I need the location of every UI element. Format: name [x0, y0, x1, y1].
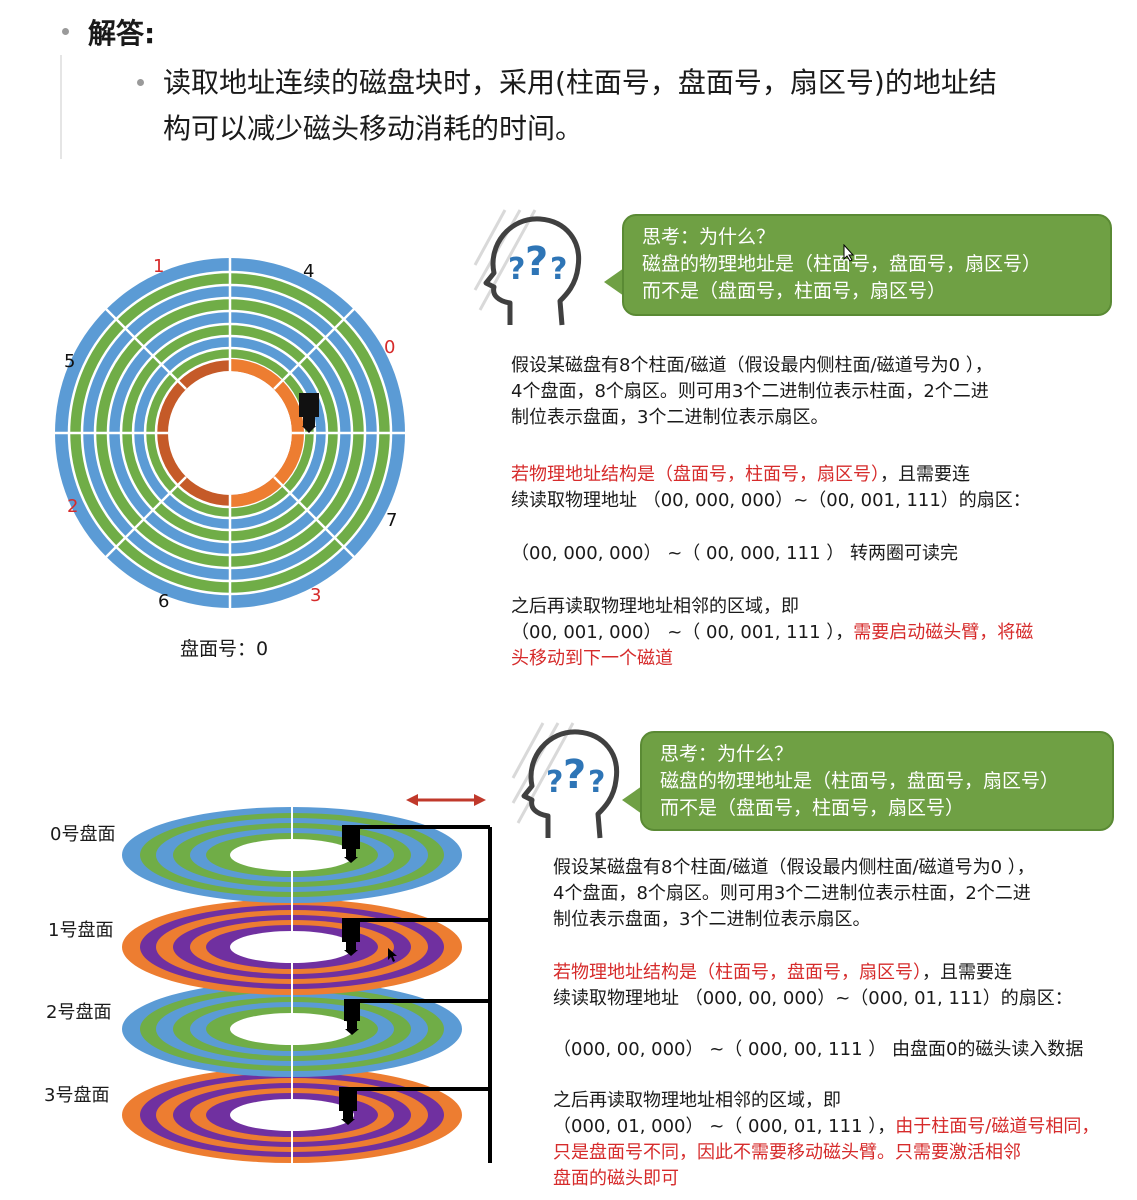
- text-line: 续读取物理地址 （00, 000, 000）~（00, 001, 111）的扇区…: [511, 490, 1031, 511]
- bubble-line1: 思考：为什么？: [642, 226, 776, 248]
- bullet-dot: [137, 79, 144, 86]
- red-text: 若物理地址结构是（柱面号，盘面号，扇区号）: [553, 962, 922, 983]
- answer-text-line2: 构可以减少磁头移动消耗的时间。: [163, 112, 584, 145]
- platter-label-0: 0号盘面: [50, 824, 116, 845]
- svg-text:?: ?: [550, 252, 567, 287]
- slide1-paragraph2: 若物理地址结构是（盘面号，柱面号，扇区号），且需要连 续读取物理地址 （00, …: [511, 462, 1031, 514]
- svg-text:?: ?: [588, 765, 605, 800]
- bullet-dot: [62, 28, 69, 35]
- platter-label-2: 2号盘面: [46, 1002, 112, 1023]
- bubble-tail: [622, 786, 642, 814]
- svg-text:?: ?: [546, 765, 563, 800]
- platter-label-3: 3号盘面: [44, 1085, 110, 1106]
- text-line: 续读取物理地址 （000, 00, 000）~（000, 01, 111）的扇区…: [553, 988, 1073, 1009]
- red-text: 由于柱面号/磁道号相同，: [895, 1116, 1100, 1137]
- sector-label-2: 2: [67, 496, 78, 517]
- thinking-head-icon: ? ? ?: [473, 209, 582, 326]
- sector-label-3: 3: [310, 585, 321, 606]
- text-line: 之后再读取物理地址相邻的区域，即: [511, 596, 799, 617]
- text-line: 制位表示盘面，3个二进制位表示扇区。: [553, 909, 871, 930]
- bubble-line2: 磁盘的物理地址是（柱面号，盘面号，扇区号）: [660, 770, 1060, 792]
- red-text-line: 盘面的磁头即可: [553, 1168, 679, 1189]
- bubble-line1: 思考：为什么？: [660, 743, 794, 765]
- text: （000, 01, 000） ~（ 000, 01, 111 ），: [553, 1116, 896, 1137]
- sector-label-4: 4: [303, 261, 314, 282]
- bubble-line3: 而不是（盘面号，柱面号，扇区号）: [660, 797, 965, 819]
- sector-label-5: 5: [64, 351, 75, 372]
- bubble-tail: [604, 268, 624, 296]
- text: ，且需要连: [922, 962, 1012, 983]
- text-line: 假设某磁盘有8个柱面/磁道（假设最内侧柱面/磁道号为0 ），: [553, 857, 1035, 878]
- arm-movement-arrow: [406, 794, 486, 806]
- answer-text-line1: 读取地址连续的磁盘块时，采用(柱面号，盘面号，扇区号)的地址结: [163, 66, 997, 99]
- answer-heading: 解答:: [88, 17, 156, 50]
- text: （00, 001, 000） ~（ 00, 001, 111 ），: [511, 622, 854, 643]
- sector-label-1: 1: [153, 256, 164, 277]
- text-line: 4个盘面，8个扇区。则可用3个二进制位表示柱面，2个二进: [553, 883, 1031, 904]
- quote-bar: [60, 55, 62, 159]
- sector-label-0: 0: [384, 337, 395, 358]
- svg-text:?: ?: [563, 752, 586, 798]
- red-text-line: 头移动到下一个磁道: [511, 648, 673, 669]
- thinking-head-icon: ? ? ?: [511, 722, 620, 839]
- thought-bubble: 思考：为什么？ 磁盘的物理地址是（柱面号，盘面号，扇区号） 而不是（盘面号，柱面…: [622, 214, 1112, 316]
- disk-top-view: 1 4 0 5 2 7 6 3: [55, 256, 405, 610]
- text-line: 制位表示盘面，3个二进制位表示扇区。: [511, 407, 829, 428]
- bubble-line3: 而不是（盘面号，柱面号，扇区号）: [642, 280, 947, 302]
- slide2-paragraph2: 若物理地址结构是（柱面号，盘面号，扇区号），且需要连 续读取物理地址 （000,…: [553, 960, 1073, 1012]
- text-line: 假设某磁盘有8个柱面/磁道（假设最内侧柱面/磁道号为0 ），: [511, 355, 993, 376]
- slide2-paragraph1: 假设某磁盘有8个柱面/磁道（假设最内侧柱面/磁道号为0 ）， 4个盘面，8个扇区…: [553, 855, 1035, 933]
- mouse-cursor-icon: [843, 244, 855, 262]
- slide1-paragraph4: 之后再读取物理地址相邻的区域，即 （00, 001, 000） ~（ 00, 0…: [511, 594, 1033, 672]
- text: ，且需要连: [880, 464, 970, 485]
- bubble-line2: 磁盘的物理地址是（柱面号，盘面号，扇区号）: [642, 253, 1042, 275]
- slide1-paragraph3: （00, 000, 000） ~（ 00, 000, 111 ） 转两圈可读完: [511, 543, 958, 564]
- slide2-paragraph3: （000, 00, 000） ~（ 000, 00, 111 ） 由盘面0的磁头…: [553, 1039, 1084, 1060]
- sector-label-6: 6: [158, 591, 169, 610]
- platter-caption: 盘面号：0: [180, 638, 269, 660]
- platter-label-1: 1号盘面: [48, 920, 114, 941]
- svg-text:?: ?: [508, 252, 525, 287]
- text-line: 4个盘面，8个扇区。则可用3个二进制位表示柱面，2个二进: [511, 381, 989, 402]
- red-text-line: 只是盘面号不同，因此不需要移动磁头臂。只需要激活相邻: [553, 1142, 1021, 1163]
- text-line: 之后再读取物理地址相邻的区域，即: [553, 1090, 841, 1111]
- slide2-paragraph4: 之后再读取物理地址相邻的区域，即 （000, 01, 000） ~（ 000, …: [553, 1088, 1099, 1192]
- red-text: 需要启动磁头臂，将磁: [853, 622, 1034, 643]
- svg-text:?: ?: [525, 239, 548, 285]
- sector-label-7: 7: [386, 510, 397, 531]
- thought-bubble: 思考：为什么？ 磁盘的物理地址是（柱面号，盘面号，扇区号） 而不是（盘面号，柱面…: [640, 731, 1114, 831]
- platter-stack: [122, 794, 492, 1163]
- red-text: 若物理地址结构是（盘面号，柱面号，扇区号）: [511, 464, 880, 485]
- slide1-paragraph1: 假设某磁盘有8个柱面/磁道（假设最内侧柱面/磁道号为0 ）， 4个盘面，8个扇区…: [511, 353, 993, 431]
